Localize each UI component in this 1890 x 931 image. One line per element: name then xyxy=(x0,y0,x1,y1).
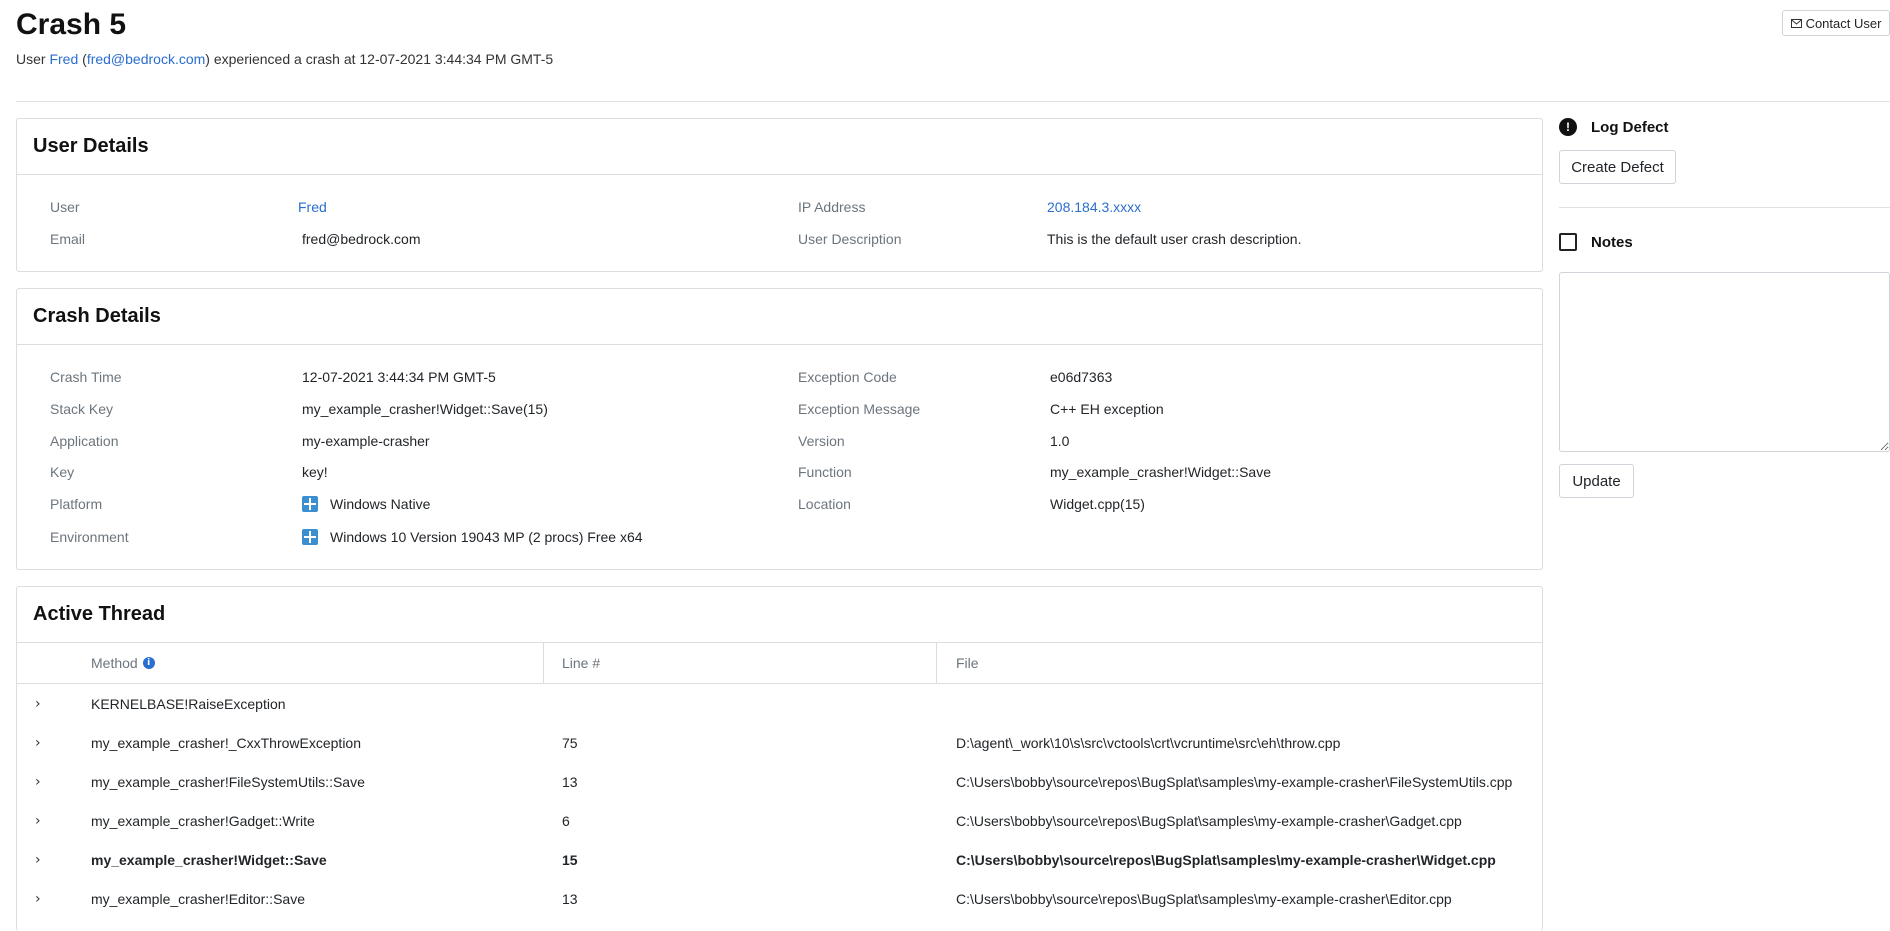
environment-value: Windows 10 Version 19043 MP (2 procs) Fr… xyxy=(302,529,643,545)
crash-time-value: 12-07-2021 3:44:34 PM GMT-5 xyxy=(302,369,496,385)
method-cell: my_example_crasher!Widget::Save xyxy=(91,851,327,868)
windows-icon xyxy=(302,496,318,512)
exception-code-value: e06d7363 xyxy=(1050,369,1113,385)
email-label: Email xyxy=(50,231,86,247)
exception-code-label: Exception Code xyxy=(798,369,897,385)
file-cell: C:\Users\bobby\source\repos\BugSplat\sam… xyxy=(956,773,1513,790)
line-cell: 75 xyxy=(562,734,578,751)
crash-subtitle: User Fred (fred@bedrock.com) experienced… xyxy=(16,51,554,67)
method-column-header[interactable]: Method i xyxy=(91,643,155,683)
location-label: Location xyxy=(798,496,851,512)
user-description-label: User Description xyxy=(798,231,902,247)
notes-textarea[interactable] xyxy=(1559,272,1890,452)
subtitle-user-link[interactable]: Fred xyxy=(49,51,78,67)
ip-address-link[interactable]: 208.184.3.xxxx xyxy=(1047,199,1141,215)
crash-page: Crash 5 User Fred (fred@bedrock.com) exp… xyxy=(0,0,1890,931)
stack-key-label: Stack Key xyxy=(50,401,114,417)
table-row[interactable]: › my_example_crasher!Editor::Save 13 C:\… xyxy=(17,879,1542,918)
method-cell: my_example_crasher!_CxxThrowException xyxy=(91,734,361,751)
email-value: fred@bedrock.com xyxy=(302,231,421,247)
info-icon[interactable]: i xyxy=(142,657,155,669)
windows-icon xyxy=(302,529,318,545)
crash-time-label: Crash Time xyxy=(50,369,122,385)
exception-message-value: C++ EH exception xyxy=(1050,401,1164,417)
notes-heading: Notes xyxy=(1559,233,1633,251)
user-details-card: User Details User Fred Email fred@bedroc… xyxy=(16,118,1543,272)
line-cell: 13 xyxy=(562,773,578,790)
alert-icon: ! xyxy=(1559,118,1577,136)
user-description-value: This is the default user crash descripti… xyxy=(1047,231,1302,247)
application-value: my-example-crasher xyxy=(302,433,430,449)
table-row[interactable]: › my_example_crasher!_CxxThrowException … xyxy=(17,723,1542,762)
method-cell: my_example_crasher!Gadget::Write xyxy=(91,812,315,829)
file-cell: C:\Users\bobby\source\repos\BugSplat\sam… xyxy=(956,812,1462,829)
platform-value: Windows Native xyxy=(302,496,430,512)
thread-table-header: Method i Line # File xyxy=(17,643,1542,684)
table-row[interactable]: › my_example_crasher!FileSystemUtils::Sa… xyxy=(17,762,1542,801)
file-column-header[interactable]: File xyxy=(956,643,979,683)
log-defect-heading: ! Log Defect xyxy=(1559,118,1669,136)
contact-user-button[interactable]: Contact User xyxy=(1782,10,1890,36)
platform-label: Platform xyxy=(50,496,103,512)
envelope-icon xyxy=(1790,18,1802,28)
create-defect-button[interactable]: Create Defect xyxy=(1559,150,1676,184)
exception-message-label: Exception Message xyxy=(798,401,921,417)
ip-address-label: IP Address xyxy=(798,199,866,215)
table-row[interactable]: › KERNELBASE!RaiseException xyxy=(17,684,1542,723)
file-cell: C:\Users\bobby\source\repos\BugSplat\sam… xyxy=(956,890,1452,907)
active-thread-card: Active Thread Method i Line # File › KERN… xyxy=(16,586,1543,931)
location-value: Widget.cpp(15) xyxy=(1050,496,1145,512)
chevron-right-icon[interactable]: › xyxy=(35,879,41,918)
comment-icon xyxy=(1559,233,1577,251)
method-cell: KERNELBASE!RaiseException xyxy=(91,695,286,712)
user-link[interactable]: Fred xyxy=(298,199,327,215)
version-value: 1.0 xyxy=(1050,433,1070,449)
column-divider xyxy=(543,643,544,683)
user-details-title: User Details xyxy=(33,135,149,157)
line-cell: 6 xyxy=(562,812,570,829)
method-cell: my_example_crasher!Editor::Save xyxy=(91,890,305,907)
chevron-right-icon[interactable]: › xyxy=(35,840,41,879)
user-label: User xyxy=(50,199,80,215)
sidebar-divider xyxy=(1559,207,1890,208)
crash-details-title: Crash Details xyxy=(33,305,161,327)
method-cell: my_example_crasher!FileSystemUtils::Save xyxy=(91,773,365,790)
subtitle-email-link[interactable]: fred@bedrock.com xyxy=(87,51,205,67)
application-label: Application xyxy=(50,433,119,449)
key-value: key! xyxy=(302,464,328,480)
version-label: Version xyxy=(798,433,845,449)
page-title: Crash 5 xyxy=(16,8,127,41)
line-cell: 15 xyxy=(562,851,578,868)
function-label: Function xyxy=(798,464,852,480)
file-cell: D:\agent\_work\10\s\src\vctools\crt\vcru… xyxy=(956,734,1341,751)
update-notes-button[interactable]: Update xyxy=(1559,464,1634,498)
column-divider xyxy=(936,643,937,683)
stack-key-value: my_example_crasher!Widget::Save(15) xyxy=(302,401,548,417)
key-label: Key xyxy=(50,464,75,480)
header-divider xyxy=(16,101,1890,102)
chevron-right-icon[interactable]: › xyxy=(35,762,41,801)
active-thread-title: Active Thread xyxy=(33,603,166,625)
chevron-right-icon[interactable]: › xyxy=(35,684,41,723)
line-cell: 13 xyxy=(562,890,578,907)
environment-label: Environment xyxy=(50,529,129,545)
chevron-right-icon[interactable]: › xyxy=(35,801,41,840)
crash-details-card: Crash Details Crash Time 12-07-2021 3:44… xyxy=(16,288,1543,570)
function-value: my_example_crasher!Widget::Save xyxy=(1050,464,1271,480)
file-cell: C:\Users\bobby\source\repos\BugSplat\sam… xyxy=(956,851,1496,868)
line-column-header[interactable]: Line # xyxy=(562,643,600,683)
table-row[interactable]: › my_example_crasher!Gadget::Write 6 C:\… xyxy=(17,801,1542,840)
table-row-highlighted[interactable]: › my_example_crasher!Widget::Save 15 C:\… xyxy=(17,840,1542,879)
chevron-right-icon[interactable]: › xyxy=(35,723,41,762)
